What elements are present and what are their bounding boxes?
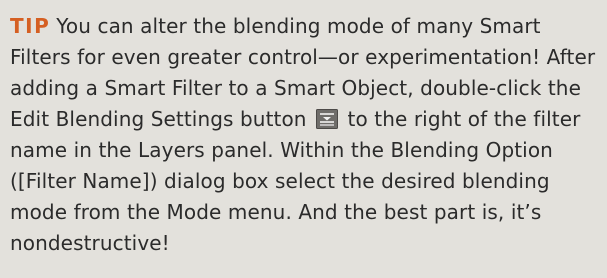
tip-paragraph: TIP You can alter the blending mode of ma…: [10, 11, 597, 259]
edit-blending-settings-icon: [316, 107, 339, 129]
tip-box: TIP You can alter the blending mode of ma…: [0, 0, 607, 278]
tip-label: TIP: [10, 14, 51, 38]
